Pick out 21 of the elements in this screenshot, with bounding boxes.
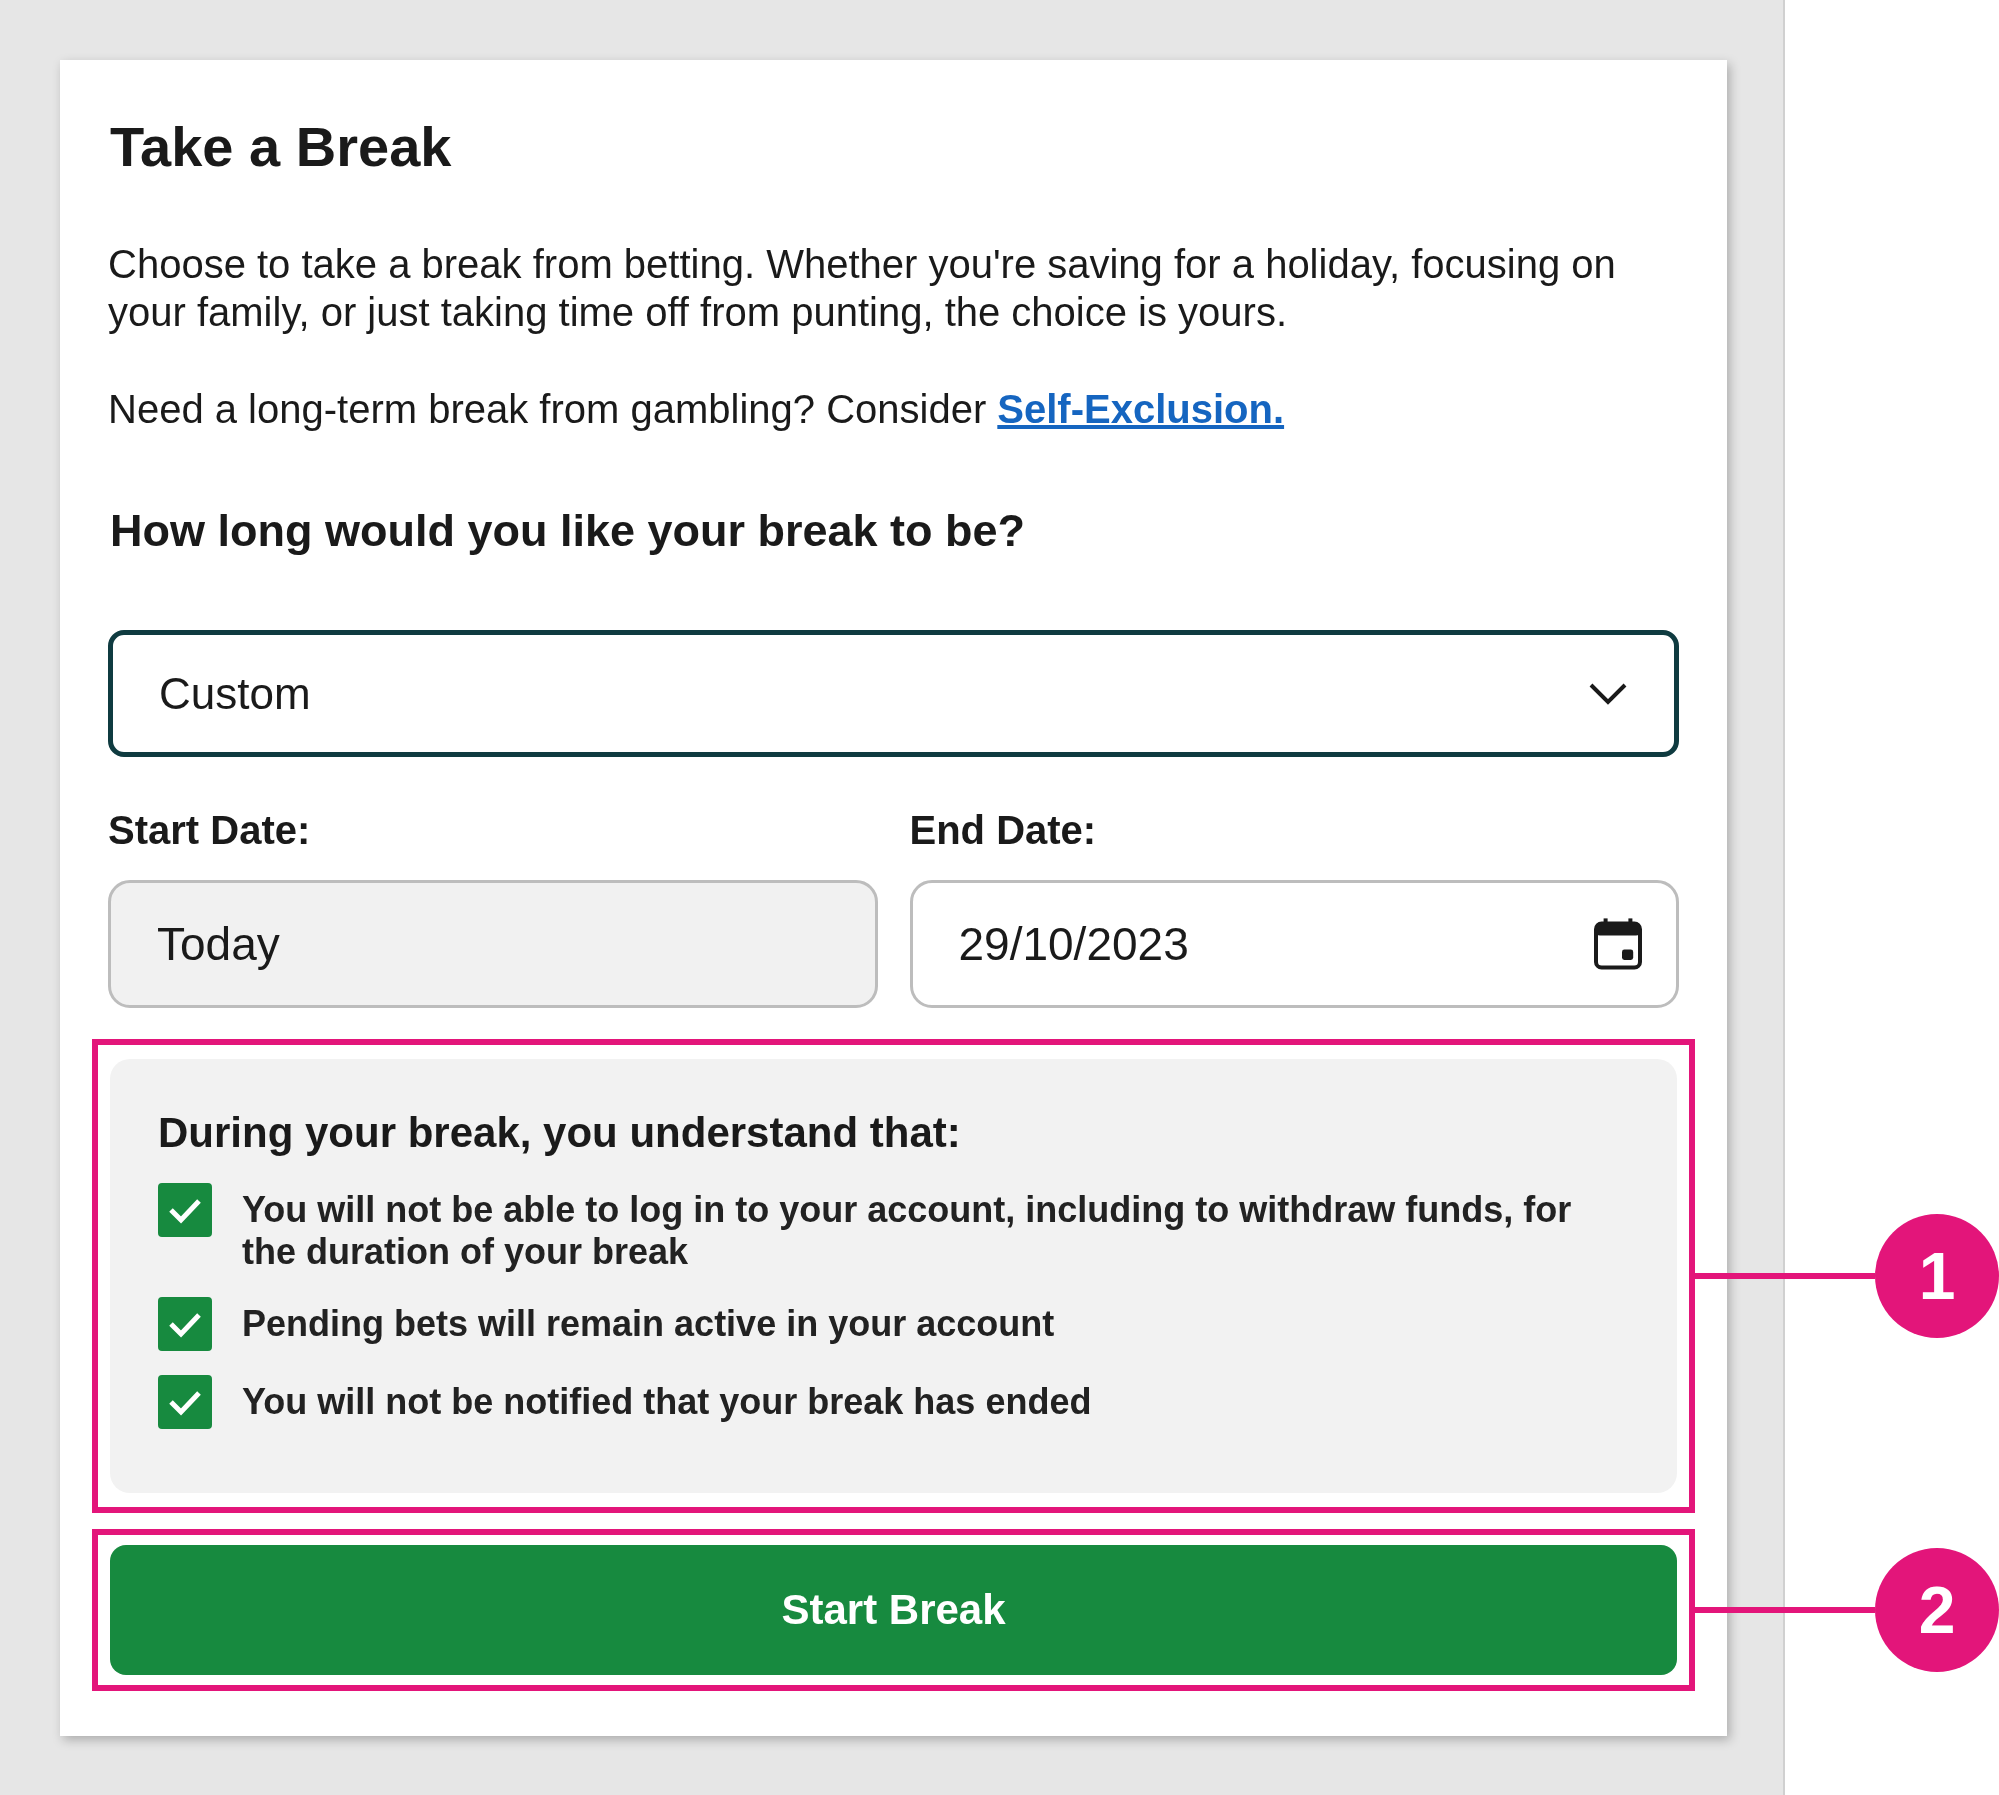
conditions-heading: During your break, you understand that: bbox=[158, 1109, 962, 1157]
exclusion-note: Need a long-term break from gambling? Consider Self-Exclusion. bbox=[108, 386, 1286, 433]
condition-text: You will not be notified that your break has ended bbox=[242, 1380, 1092, 1423]
self-exclusion-link[interactable]: Self-Exclusion. bbox=[997, 387, 1285, 431]
condition-text: Pending bets will remain active in your account bbox=[242, 1302, 1055, 1345]
dialog-title: Take a Break bbox=[110, 119, 453, 175]
checkbox[interactable] bbox=[158, 1183, 212, 1237]
chevron-down-icon bbox=[1588, 681, 1628, 706]
checkbox[interactable] bbox=[158, 1297, 212, 1351]
question-heading: How long would you like your break to be? bbox=[110, 508, 1027, 553]
calendar-icon bbox=[1594, 918, 1642, 970]
start-break-button[interactable]: Start Break bbox=[110, 1545, 1677, 1675]
intro-text: Choose to take a break from betting. Whether you're saving for a holiday, focusing on your family, or just taking time off from punting, the choice is yours. bbox=[108, 241, 1617, 336]
checkbox[interactable] bbox=[158, 1375, 212, 1429]
callout-number: 1 bbox=[1875, 1214, 1999, 1338]
field-label: End Date: bbox=[909, 807, 1098, 853]
field-label: Start Date: bbox=[108, 807, 312, 853]
duration-select[interactable]: Custom bbox=[108, 630, 1679, 757]
end-date-field[interactable]: 29/10/2023 bbox=[909, 880, 1679, 1008]
callout-number: 2 bbox=[1875, 1548, 1999, 1672]
condition-text: You will not be able to log in to your account, including to withdraw funds, for the duration of your break bbox=[242, 1188, 1573, 1273]
